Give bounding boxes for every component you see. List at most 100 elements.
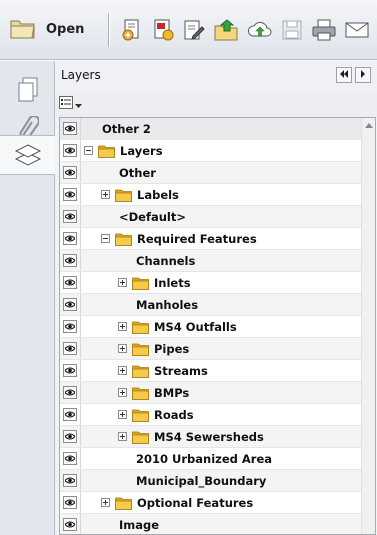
print-icon[interactable] (311, 17, 337, 43)
folder-icon (132, 386, 149, 400)
options-row (55, 91, 377, 117)
expand-panel-button[interactable] (355, 67, 371, 83)
eye-visibility-icon[interactable] (63, 210, 77, 223)
layer-label: Optional Features (137, 495, 254, 510)
expand-plus-icon[interactable] (118, 322, 127, 331)
collapse-minus-icon[interactable] (84, 146, 93, 155)
layer-row[interactable]: Roads (60, 404, 362, 426)
layer-node: Municipal_Boundary (136, 470, 266, 491)
expand-plus-icon[interactable] (118, 432, 127, 441)
layer-label: Image (119, 517, 160, 532)
panel-header: Layers (55, 61, 377, 89)
layer-node: Streams (118, 360, 208, 381)
eye-visibility-icon[interactable] (63, 276, 77, 289)
layer-row[interactable]: Inlets (60, 272, 362, 294)
eye-visibility-icon[interactable] (63, 518, 77, 531)
layer-row[interactable]: Manholes (60, 294, 362, 316)
options-button[interactable] (59, 96, 82, 112)
layer-label: MS4 Sewersheds (154, 429, 264, 444)
layer-label: Inlets (154, 275, 191, 290)
save-icon[interactable] (280, 17, 304, 43)
layer-row[interactable]: Labels (60, 184, 362, 206)
layer-node: BMPs (118, 382, 189, 403)
layer-row[interactable]: Other 2 (60, 118, 362, 140)
eye-visibility-icon[interactable] (63, 320, 77, 333)
vertical-scrollbar[interactable] (361, 118, 375, 534)
eye-visibility-icon[interactable] (63, 166, 77, 179)
layer-label: Other 2 (102, 121, 151, 136)
collapse-minus-icon[interactable] (101, 234, 110, 243)
layer-row[interactable]: Pipes (60, 338, 362, 360)
edit-icon[interactable] (182, 17, 206, 43)
open-button-label: Open (46, 22, 85, 37)
layer-row[interactable]: Image (60, 514, 362, 534)
layer-row[interactable]: 2010 Urbanized Area (60, 448, 362, 470)
layer-row[interactable]: Other (60, 162, 362, 184)
layer-row[interactable]: Optional Features (60, 492, 362, 514)
eye-visibility-icon[interactable] (63, 298, 77, 311)
layer-row[interactable]: Streams (60, 360, 362, 382)
pages-button[interactable] (0, 71, 55, 111)
layer-row[interactable]: BMPs (60, 382, 362, 404)
panel-title: Layers (61, 68, 101, 82)
layer-label: Channels (136, 253, 196, 268)
column-divider (80, 228, 81, 249)
layer-label: Pipes (154, 341, 190, 356)
layer-row[interactable]: Layers (60, 140, 362, 162)
eye-visibility-icon[interactable] (63, 342, 77, 355)
layer-row[interactable]: <Default> (60, 206, 362, 228)
folder-icon (115, 188, 132, 202)
open-folder-icon (10, 17, 36, 42)
expand-plus-icon[interactable] (118, 366, 127, 375)
column-divider (80, 470, 81, 491)
eye-visibility-icon[interactable] (63, 364, 77, 377)
upload-folder-icon[interactable] (214, 17, 240, 43)
cloud-upload-icon[interactable] (247, 17, 273, 43)
layers-tree: Image Optional Features Municipal_Boundary… (59, 117, 376, 535)
create-pdf-icon[interactable] (151, 17, 175, 43)
eye-visibility-icon[interactable] (63, 254, 77, 267)
email-icon[interactable] (344, 17, 370, 43)
eye-visibility-icon[interactable] (63, 408, 77, 421)
layer-node: Manholes (136, 294, 198, 315)
layer-node: 2010 Urbanized Area (136, 448, 272, 469)
layers-button[interactable] (0, 135, 56, 175)
layer-row[interactable]: Municipal_Boundary (60, 470, 362, 492)
scroll-up-arrow-icon[interactable] (365, 121, 373, 129)
eye-visibility-icon[interactable] (63, 188, 77, 201)
column-divider (80, 184, 81, 205)
eye-visibility-icon[interactable] (63, 232, 77, 245)
layer-label: 2010 Urbanized Area (136, 451, 273, 466)
layer-label: Required Features (137, 231, 257, 246)
layer-node: MS4 Sewersheds (118, 426, 264, 447)
eye-visibility-icon[interactable] (63, 452, 77, 465)
eye-visibility-icon[interactable] (63, 430, 77, 443)
layer-node: Optional Features (101, 492, 253, 513)
eye-visibility-icon[interactable] (63, 386, 77, 399)
layer-row[interactable]: Channels (60, 250, 362, 272)
column-divider (80, 404, 81, 425)
eye-visibility-icon[interactable] (63, 122, 77, 135)
folder-icon (132, 430, 149, 444)
open-button[interactable]: Open (10, 10, 84, 50)
expand-plus-icon[interactable] (101, 498, 110, 507)
pages-icon (17, 77, 39, 106)
expand-plus-icon[interactable] (118, 278, 127, 287)
expand-plus-icon[interactable] (118, 388, 127, 397)
eye-visibility-icon[interactable] (63, 144, 77, 157)
eye-visibility-icon[interactable] (63, 474, 77, 487)
attach-file-icon[interactable] (119, 17, 143, 43)
collapse-panel-button[interactable] (336, 67, 352, 83)
folder-icon (132, 276, 149, 290)
layer-node: Other 2 (102, 118, 151, 139)
expand-plus-icon[interactable] (101, 190, 110, 199)
layer-row[interactable]: Required Features (60, 228, 362, 250)
layer-row[interactable]: MS4 Outfalls (60, 316, 362, 338)
layer-node: Pipes (118, 338, 189, 359)
expand-plus-icon[interactable] (118, 410, 127, 419)
layer-row[interactable]: MS4 Sewersheds (60, 426, 362, 448)
panel-controls (333, 67, 371, 83)
expand-plus-icon[interactable] (118, 344, 127, 353)
eye-visibility-icon[interactable] (63, 496, 77, 509)
layer-node: Inlets (118, 272, 191, 293)
